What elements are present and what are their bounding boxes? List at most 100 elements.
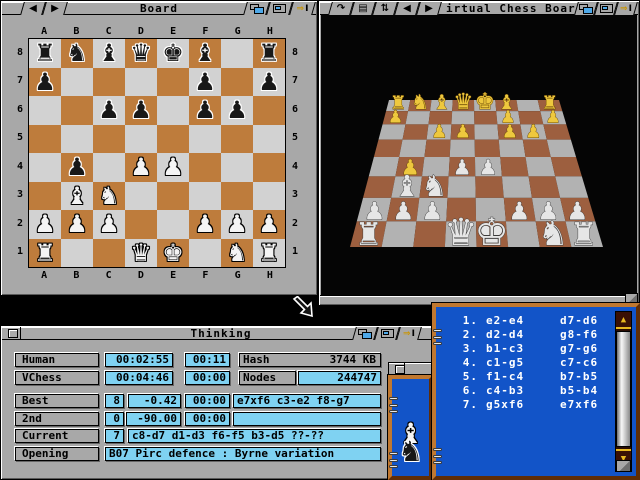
square-h2[interactable]: ♟ [253,210,285,239]
square-a4[interactable] [29,153,61,182]
move-row[interactable]: 3.b1-c3g7-g6 [440,342,610,356]
square-b7[interactable] [61,68,93,97]
square-e8[interactable]: ♚ [157,39,189,68]
square-f7[interactable]: ♟ [189,68,221,97]
square-c4[interactable] [93,153,125,182]
black-move: e7xf6 [560,398,598,412]
square-h5[interactable] [253,125,285,154]
move-row[interactable]: 2.d2-d4g8-f6 [440,328,610,342]
square-e2[interactable] [157,210,189,239]
square-a5[interactable] [29,125,61,154]
square-h3[interactable] [253,182,285,211]
square-h6[interactable] [253,96,285,125]
scrollbar-thumb[interactable] [616,331,631,447]
square-e1[interactable]: ♚ [157,239,189,268]
square-e6[interactable] [157,96,189,125]
move-row[interactable]: 7.g5xf6e7xf6 [440,398,610,412]
square-a8[interactable]: ♜ [29,39,61,68]
square-c6[interactable]: ♟ [93,96,125,125]
square-d5[interactable] [125,125,157,154]
rank-label-7: 7 [14,67,26,96]
rank-label-1: 1 [14,238,26,267]
square-e3[interactable] [157,182,189,211]
square-c7[interactable] [93,68,125,97]
square-g8[interactable] [221,39,253,68]
square-c5[interactable] [93,125,125,154]
square-b1[interactable] [61,239,93,268]
close-gadget[interactable] [391,363,405,375]
black-pawn-piece: ♟ [93,96,125,125]
square-a7[interactable]: ♟ [29,68,61,97]
square-d3[interactable] [125,182,157,211]
white-move: d2-d4 [486,328,560,342]
move-row[interactable]: 4.c1-g5c7-c6 [440,356,610,370]
square-a1[interactable]: ♜ [29,239,61,268]
square-b2[interactable]: ♟ [61,210,93,239]
move-list-scrollbar[interactable]: ▲ ▼ [615,311,632,472]
square-h4[interactable] [253,153,285,182]
white-move: c4-b3 [486,384,560,398]
view3d-titlebar[interactable]: irtual Chess Boar ↷ ▤ ⇅ ◀ ▶ ⇒I [320,2,638,15]
board-titlebar[interactable]: Board ◀ ▶ ⇒I [2,2,316,15]
square-c2[interactable]: ♟ [93,210,125,239]
square-a2[interactable]: ♟ [29,210,61,239]
square-h7[interactable]: ♟ [253,68,285,97]
square-b6[interactable] [61,96,93,125]
square-d8[interactable]: ♛ [125,39,157,68]
black-pawn-piece: ♟ [221,96,253,125]
border-grip[interactable] [433,448,442,464]
square-c3[interactable]: ♞ [93,182,125,211]
square-g2[interactable]: ♟ [221,210,253,239]
square-f2[interactable]: ♟ [189,210,221,239]
square-d7[interactable] [125,68,157,97]
square-g3[interactable] [221,182,253,211]
square-a3[interactable] [29,182,61,211]
scroll-up-button[interactable]: ▲ [616,312,631,329]
square-d1[interactable]: ♛ [125,239,157,268]
square-f3[interactable] [189,182,221,211]
square-b4[interactable]: ♟ [61,153,93,182]
iconify-gadget[interactable]: ⇒I [289,2,316,15]
best-eval: -0.42 [128,394,181,408]
iconify-gadget[interactable]: ⇒I [396,327,422,340]
square-f5[interactable] [189,125,221,154]
square-e4[interactable]: ♟ [157,153,189,182]
square-d2[interactable] [125,210,157,239]
square-d4[interactable]: ♟ [125,153,157,182]
square-g1[interactable]: ♞ [221,239,253,268]
rotate-right-button[interactable]: ▶ [416,2,442,15]
square-b3[interactable]: ♝ [61,182,93,211]
chess-board-3d[interactable]: ♜♞♝♛♚♝♜♟♟♟♟♟♟♟♟♟♟♝♞♟♟♟♟♟♟♜♛♚♞♜ [321,15,637,295]
square3d-g3 [529,176,561,197]
square-h1[interactable]: ♜ [253,239,285,268]
square-f6[interactable]: ♟ [189,96,221,125]
resize-gadget[interactable] [616,460,631,472]
captured-titlebar[interactable] [388,362,433,375]
square-h8[interactable]: ♜ [253,39,285,68]
square-f8[interactable]: ♝ [189,39,221,68]
move-row[interactable]: 1.e2-e4d7-d6 [440,314,610,328]
square-a6[interactable] [29,96,61,125]
square-e5[interactable] [157,125,189,154]
square-e7[interactable] [157,68,189,97]
square-g7[interactable] [221,68,253,97]
square-g6[interactable]: ♟ [221,96,253,125]
next-move-button[interactable]: ▶ [42,2,68,15]
square-b8[interactable]: ♞ [61,39,93,68]
file-label-h: H [254,270,286,281]
square-c8[interactable]: ♝ [93,39,125,68]
square-f4[interactable] [189,153,221,182]
square-f1[interactable] [189,239,221,268]
square-g4[interactable] [221,153,253,182]
iconify-gadget[interactable]: ⇒I [614,2,638,15]
white-move: g5xf6 [486,398,560,412]
square-g5[interactable] [221,125,253,154]
thinking-titlebar[interactable]: Thinking ⇒I [2,327,440,340]
white-move: f1-c4 [486,370,560,384]
move-row[interactable]: 6.c4-b3b5-b4 [440,384,610,398]
square-b5[interactable] [61,125,93,154]
square-d6[interactable]: ♟ [125,96,157,125]
move-row[interactable]: 5.f1-c4b7-b5 [440,370,610,384]
square-c1[interactable] [93,239,125,268]
black-pawn-piece: ♟ [189,68,221,97]
